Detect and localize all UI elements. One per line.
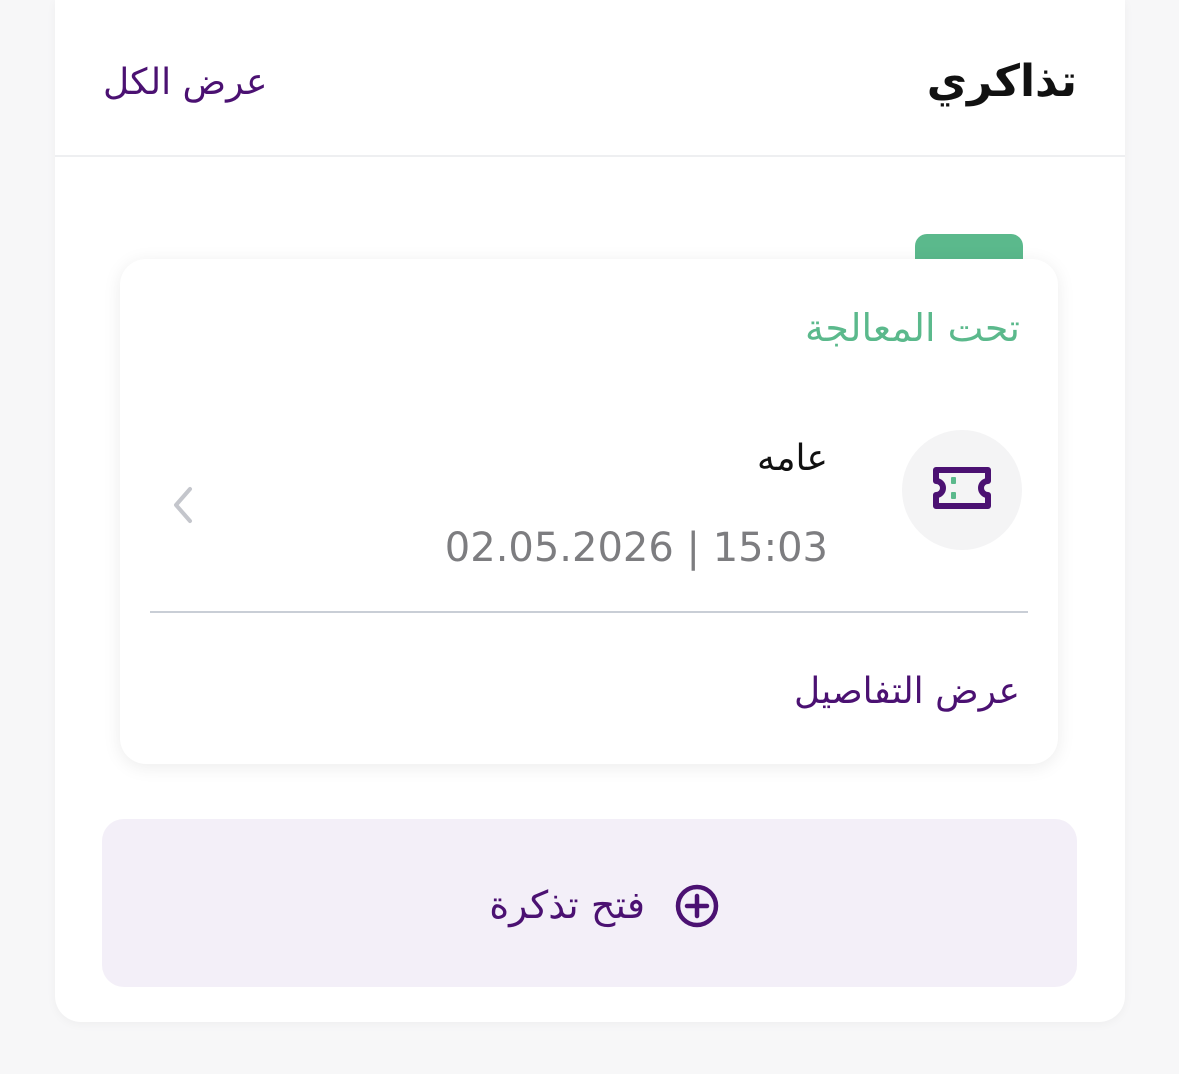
my-tickets-panel: تذاكري عرض الكل تحت المعالجة عامه 02.05.… (55, 0, 1125, 1022)
panel-title: تذاكري (926, 56, 1077, 107)
ticket-status: تحت المعالجة (805, 306, 1020, 350)
ticket-icon (933, 467, 991, 509)
ticket-datetime: 02.05.2026 | 15:03 (444, 525, 828, 571)
card-divider (150, 611, 1028, 613)
view-all-link[interactable]: عرض الكل (103, 58, 267, 108)
ticket-icon-badge (902, 430, 1022, 550)
ticket-card[interactable]: تحت المعالجة عامه 02.05.2026 | 15:03 عرض… (120, 259, 1058, 764)
panel-header: تذاكري عرض الكل (55, 0, 1125, 157)
view-details-link[interactable]: عرض التفاصيل (794, 667, 1020, 717)
ticket-category: عامه (756, 438, 828, 479)
chevron-left-icon[interactable] (168, 483, 198, 527)
open-ticket-button[interactable]: فتح تذكرة (102, 819, 1077, 987)
open-ticket-label: فتح تذكرة (489, 883, 645, 927)
plus-circle-icon (675, 884, 719, 928)
